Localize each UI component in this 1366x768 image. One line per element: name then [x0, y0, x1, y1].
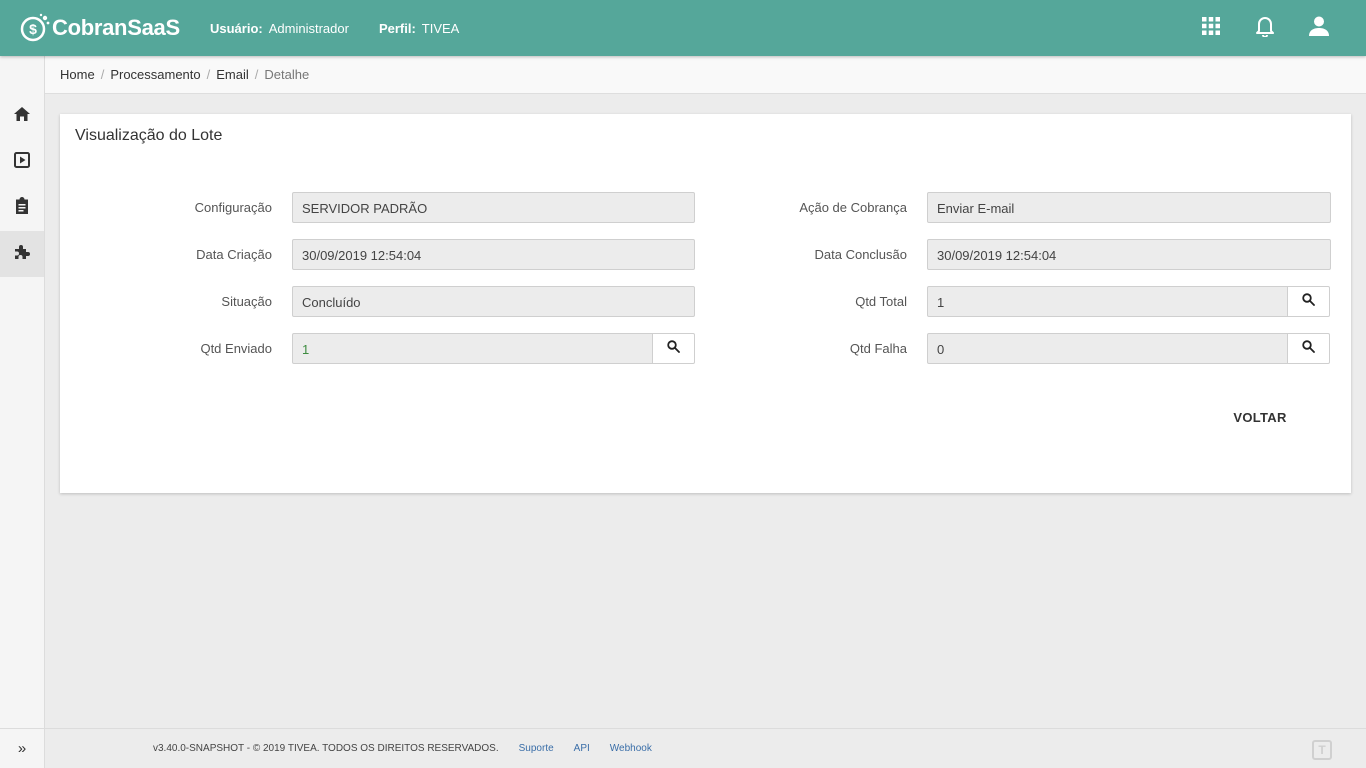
qtd-enviado-field[interactable]: 1 — [292, 333, 653, 364]
breadcrumb-email[interactable]: Email — [216, 67, 249, 82]
configuracao-label: Configuração — [194, 200, 272, 215]
footer-link-suporte[interactable]: Suporte — [519, 743, 554, 754]
clipboard-icon — [15, 197, 29, 219]
user-info: Usuário: Administrador Perfil: TIVEA — [210, 21, 489, 36]
sidebar-item-home[interactable] — [0, 93, 44, 139]
configuracao-field[interactable]: SERVIDOR PADRÃO — [292, 192, 695, 223]
data-conclusao-field[interactable]: 30/09/2019 12:54:04 — [927, 239, 1331, 270]
qtd-total-search-button[interactable] — [1288, 286, 1330, 317]
search-icon — [1302, 339, 1315, 358]
search-icon — [667, 339, 680, 358]
qtd-total-field[interactable]: 1 — [927, 286, 1288, 317]
qtd-falha-field[interactable]: 0 — [927, 333, 1288, 364]
data-conclusao-label: Data Conclusão — [814, 247, 908, 262]
user-menu-button[interactable] — [1292, 0, 1346, 56]
footer-link-api[interactable]: API — [574, 743, 590, 754]
breadcrumb-separator: / — [254, 67, 259, 82]
voltar-button[interactable]: VOLTAR — [1220, 406, 1300, 430]
data-criacao-field[interactable]: 30/09/2019 12:54:04 — [292, 239, 695, 270]
situacao-label: Situação — [221, 294, 272, 309]
bell-icon — [1255, 15, 1275, 42]
play-icon — [14, 151, 30, 173]
apps-grid-icon — [1202, 16, 1220, 40]
breadcrumb-home[interactable]: Home — [60, 67, 95, 82]
sidebar-expand-button[interactable]: » — [0, 728, 44, 768]
qtd-enviado-label: Qtd Enviado — [200, 341, 272, 356]
qtd-enviado-search-button[interactable] — [653, 333, 695, 364]
sidebar: » — [0, 56, 45, 768]
sidebar-item-clipboard[interactable] — [0, 185, 44, 231]
user-label: Usuário: — [210, 20, 263, 36]
page-title: Visualização do Lote — [75, 127, 223, 144]
user-icon — [1309, 16, 1329, 41]
footer-link-webhook[interactable]: Webhook — [610, 743, 652, 754]
profile-value: TIVEA — [421, 20, 460, 36]
breadcrumb-current: Detalhe — [264, 67, 310, 82]
breadcrumb: Home / Processamento / Email / Detalhe — [45, 56, 1366, 94]
situacao-field[interactable]: Concluído — [292, 286, 695, 317]
footer: v3.40.0-SNAPSHOT - © 2019 TIVEA. TODOS O… — [45, 728, 1366, 768]
user-value: Administrador — [268, 20, 349, 36]
svg-text:$: $ — [29, 21, 37, 37]
sidebar-item-integrations[interactable] — [0, 231, 44, 277]
top-bar: $ CobranSaaS Usuário: Administrador Perf… — [0, 0, 1366, 56]
qtd-falha-label: Qtd Falha — [849, 341, 907, 356]
data-criacao-label: Data Criação — [196, 247, 272, 262]
qtd-total-label: Qtd Total — [855, 294, 907, 309]
double-chevron-right-icon: » — [17, 740, 27, 757]
breadcrumb-separator: / — [100, 67, 105, 82]
footer-version: v3.40.0-SNAPSHOT - © 2019 TIVEA. TODOS O… — [153, 743, 499, 754]
acao-cobranca-label: Ação de Cobrança — [799, 200, 907, 215]
notifications-button[interactable] — [1238, 0, 1292, 56]
qtd-falha-search-button[interactable] — [1288, 333, 1330, 364]
app-name: CobranSaaS — [52, 15, 180, 40]
app-logo[interactable]: $ CobranSaaS — [20, 13, 210, 43]
apps-button[interactable] — [1184, 0, 1238, 56]
profile-label: Perfil: — [378, 20, 416, 36]
acao-cobranca-field[interactable]: Enviar E-mail — [927, 192, 1331, 223]
batch-details-card: Visualização do Lote Configuração SERVID… — [60, 114, 1351, 493]
search-icon — [1302, 292, 1315, 311]
puzzle-icon — [14, 243, 31, 265]
breadcrumb-processamento[interactable]: Processamento — [110, 67, 200, 82]
home-icon — [14, 106, 30, 126]
sidebar-item-play[interactable] — [0, 139, 44, 185]
logo-coin-icon: $ — [20, 13, 50, 43]
breadcrumb-separator: / — [206, 67, 211, 82]
tivea-logo-icon: T — [1312, 740, 1332, 760]
